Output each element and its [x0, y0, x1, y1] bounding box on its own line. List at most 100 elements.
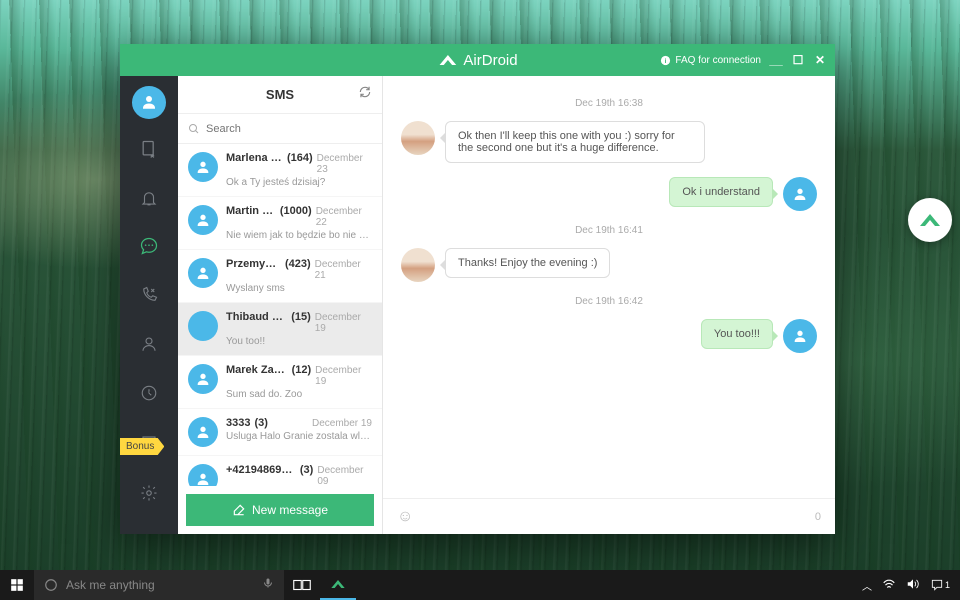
conversation-name: Przemysł...: [226, 258, 281, 270]
person-outline-icon: [140, 335, 158, 353]
dock-files[interactable]: [130, 131, 168, 168]
conversation-date: December 21: [315, 259, 372, 281]
bell-icon: [140, 189, 158, 207]
message-icon: [139, 236, 159, 256]
conversation-name: Martin K...: [226, 205, 276, 217]
avatar: [188, 417, 218, 447]
chat-timestamp: Dec 19th 16:41: [401, 225, 817, 236]
system-tray: ︿ 1: [862, 578, 960, 593]
tray-notifications-icon[interactable]: 1: [930, 578, 950, 592]
taskbar-airdroid[interactable]: [320, 570, 356, 600]
conversation-item[interactable]: +4219486917...(3)December 09 Kierowca od…: [178, 456, 382, 486]
message-count: (1000): [280, 205, 312, 217]
dock-settings[interactable]: [130, 474, 168, 512]
refresh-button[interactable]: [358, 85, 372, 104]
conversation-item[interactable]: Thibaud M... (15) December 19 You too!!: [178, 303, 382, 356]
avatar: [188, 311, 218, 341]
conversation-item[interactable]: Marlena B... (164) December 23 Ok a Ty jes…: [178, 144, 382, 197]
phone-icon: [140, 286, 158, 304]
char-count: 0: [815, 511, 821, 523]
gear-icon: [140, 484, 158, 502]
floating-airdroid-button[interactable]: [908, 198, 952, 242]
avatar: [188, 205, 218, 235]
message-count: (3): [254, 417, 267, 429]
conversation-item[interactable]: 3333 (3) December 19 Usluga Halo Granie zo…: [178, 409, 382, 456]
conversation-date: December 19: [315, 365, 372, 387]
task-view-icon: [293, 578, 311, 592]
dock-calls[interactable]: [130, 277, 168, 314]
windows-icon: [10, 578, 24, 592]
dock-sms[interactable]: [130, 228, 168, 265]
conversation-name: Marek Zaw...: [226, 364, 288, 376]
task-view-button[interactable]: [284, 570, 320, 600]
conversation-item[interactable]: Przemysł...(423)December 21 Wyslany sms: [178, 250, 382, 303]
app-name: AirDroid: [463, 52, 517, 69]
conversation-date: December 22: [316, 206, 372, 228]
avatar: [188, 364, 218, 394]
profile-button[interactable]: [132, 86, 166, 119]
tray-volume-icon[interactable]: [906, 578, 920, 593]
conversation-item[interactable]: Marek Zaw... (12)December 19 Sum sad do. …: [178, 356, 382, 409]
conversation-preview: Sum sad do. Zoo: [226, 389, 372, 400]
message-count: (164): [287, 152, 313, 164]
message-avatar: [783, 319, 817, 353]
avatar: [188, 152, 218, 182]
search-icon: [188, 123, 200, 135]
conversation-item[interactable]: Martin K... (1000) December 22 Nie wiem ja…: [178, 197, 382, 250]
title-bar: AirDroid i FAQ for connection __ ☐ ✕: [120, 44, 835, 76]
message-avatar: [401, 248, 435, 282]
cortana-icon: [44, 578, 58, 592]
start-button[interactable]: [0, 570, 34, 600]
avatar: [188, 464, 218, 486]
dock-notifications[interactable]: [130, 179, 168, 216]
conversation-name: Marlena B...: [226, 152, 283, 164]
message-count: (3): [300, 464, 313, 476]
message-bubble: You too!!!: [701, 319, 773, 349]
bonus-badge[interactable]: Bonus: [120, 438, 164, 455]
conversation-preview: Nie wiem jak to będzie bo nie mam ...: [226, 230, 372, 241]
conversation-sidebar: SMS Marlena B... (164) December 23 Ok a Ty…: [178, 76, 383, 534]
chat-message: Ok then I'll keep this one with you :) s…: [401, 121, 817, 163]
conversation-preview: You too!!: [226, 336, 372, 347]
close-button[interactable]: ✕: [813, 53, 827, 67]
airdroid-icon: [918, 208, 942, 232]
cortana-search[interactable]: Ask me anything: [34, 570, 284, 600]
avatar: [188, 258, 218, 288]
new-message-button[interactable]: New message: [186, 494, 374, 526]
conversation-name: Thibaud M...: [226, 311, 287, 323]
dock-history[interactable]: [130, 374, 168, 412]
tray-network-icon[interactable]: [882, 578, 896, 593]
chat-scroll[interactable]: Dec 19th 16:38Ok then I'll keep this one…: [383, 76, 835, 498]
refresh-icon: [358, 85, 372, 99]
message-count: (15): [291, 311, 311, 323]
dock-contacts[interactable]: [130, 325, 168, 362]
maximize-button[interactable]: ☐: [791, 53, 805, 67]
search-input[interactable]: [206, 123, 372, 135]
mic-icon[interactable]: [262, 576, 274, 594]
search-bar[interactable]: [178, 114, 382, 144]
person-icon: [140, 93, 158, 111]
conversation-list[interactable]: Marlena B... (164) December 23 Ok a Ty jes…: [178, 144, 382, 486]
message-bubble: Thanks! Enjoy the evening :): [445, 248, 610, 278]
conversation-date: December 23: [317, 153, 372, 175]
airdroid-window: AirDroid i FAQ for connection __ ☐ ✕: [120, 44, 835, 534]
airdroid-logo-icon: [437, 50, 457, 70]
message-bubble: Ok then I'll keep this one with you :) s…: [445, 121, 705, 163]
tray-chevron-icon[interactable]: ︿: [862, 578, 872, 593]
conversation-preview: Ok a Ty jesteś dzisiaj?: [226, 177, 372, 188]
conversation-date: December 19: [312, 418, 372, 429]
sidebar-title: SMS: [266, 87, 294, 102]
info-icon: i: [660, 55, 671, 66]
emoji-button[interactable]: ☺: [397, 508, 413, 526]
conversation-name: 3333: [226, 417, 250, 429]
message-count: (12): [292, 364, 312, 376]
conversation-preview: Usluga Halo Granie zostala wlasni...: [226, 431, 372, 442]
compose-icon: [232, 503, 246, 517]
minimize-button[interactable]: __: [769, 53, 783, 67]
svg-text:i: i: [665, 57, 667, 64]
chat-message: Thanks! Enjoy the evening :): [401, 248, 817, 282]
app-brand: AirDroid: [437, 50, 517, 70]
message-avatar: [783, 177, 817, 211]
faq-link[interactable]: i FAQ for connection: [660, 55, 761, 66]
conversation-date: December 19: [315, 312, 372, 334]
